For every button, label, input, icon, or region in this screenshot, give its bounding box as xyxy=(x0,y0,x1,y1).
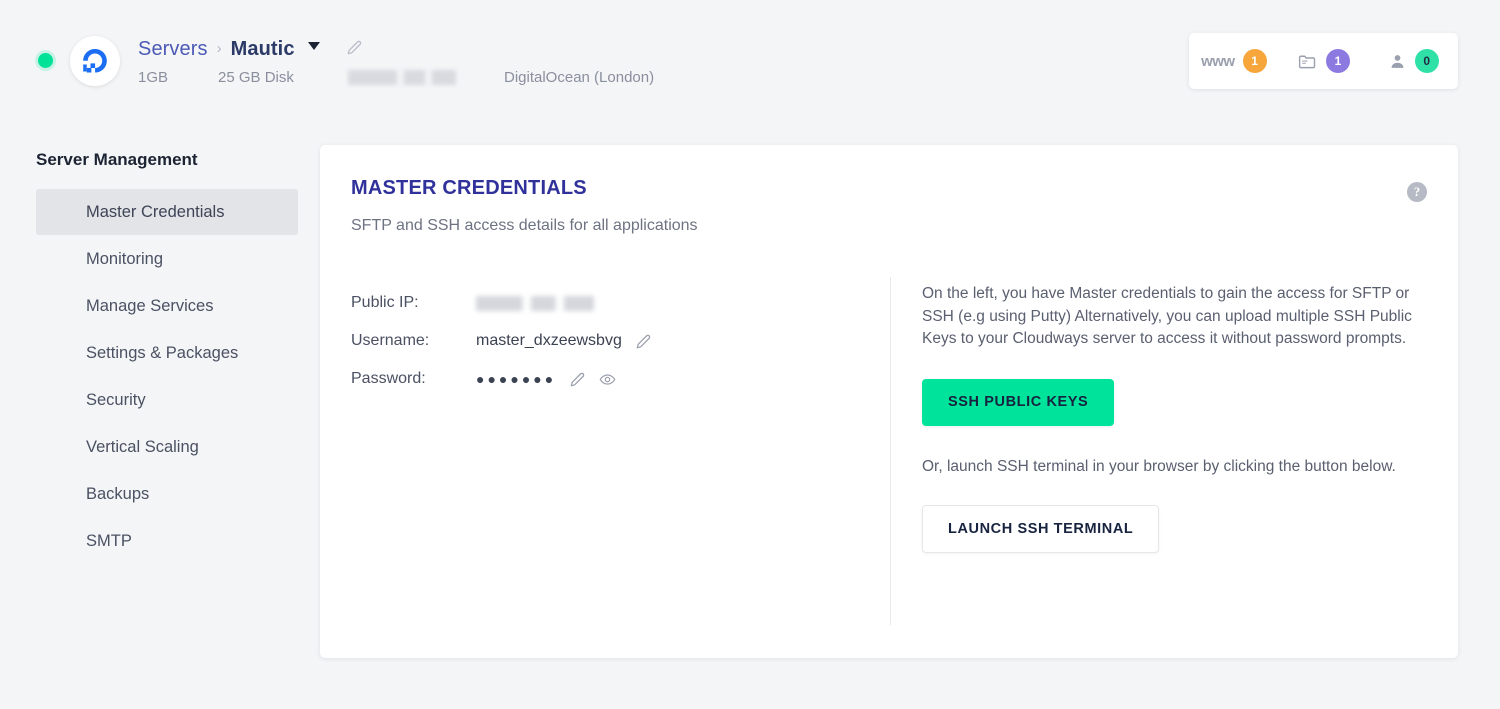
sidebar: Server Management Master Credentials Mon… xyxy=(0,150,300,565)
stat-team-members[interactable]: 0 xyxy=(1368,33,1458,89)
reveal-password-eye-icon[interactable] xyxy=(599,371,616,388)
server-provider: DigitalOcean (London) xyxy=(504,68,655,86)
pencil-icon[interactable] xyxy=(347,40,362,55)
sidebar-item-label: Backups xyxy=(86,484,150,503)
folder-icon xyxy=(1297,51,1318,72)
sidebar-item-label: Vertical Scaling xyxy=(86,437,199,456)
server-meta-row: 1GB 25 GB Disk DigitalOcean (London) xyxy=(138,66,654,88)
server-disk: 25 GB Disk xyxy=(218,68,294,86)
projects-count-badge: 1 xyxy=(1326,49,1350,73)
sidebar-item-smtp[interactable]: SMTP xyxy=(36,518,297,564)
help-icon[interactable]: ? xyxy=(1407,182,1427,202)
breadcrumb-current-server: Mautic xyxy=(230,37,295,60)
password-label: Password: xyxy=(351,370,426,387)
team-members-count-badge: 0 xyxy=(1414,49,1439,73)
username-value: master_dxzeewsbvg xyxy=(476,332,622,349)
username-label: Username: xyxy=(351,332,430,349)
sidebar-item-label: Security xyxy=(86,390,146,409)
sidebar-item-settings-packages[interactable]: Settings & Packages xyxy=(36,330,297,376)
sidebar-item-label: Manage Services xyxy=(86,296,214,315)
breadcrumb: Servers › Mautic xyxy=(138,36,362,62)
stat-projects[interactable]: 1 xyxy=(1279,33,1369,89)
sidebar-item-monitoring[interactable]: Monitoring xyxy=(36,236,297,282)
page-subtitle: SFTP and SSH access details for all appl… xyxy=(351,217,698,234)
top-bar: Servers › Mautic 1GB 25 GB Disk DigitalO… xyxy=(0,0,1500,122)
sidebar-item-label: Settings & Packages xyxy=(86,343,239,362)
public-ip-redacted xyxy=(476,295,594,311)
master-credentials-card: MASTER CREDENTIALS SFTP and SSH access d… xyxy=(320,145,1458,658)
credential-row-password: Password: ●●●●●●● xyxy=(351,360,871,398)
server-ip-redacted xyxy=(348,69,456,85)
sidebar-item-label: Master Credentials xyxy=(86,202,225,221)
stat-applications[interactable]: www 1 xyxy=(1189,33,1279,89)
credentials-list: Public IP: Username: master_dxzeewsbvg P… xyxy=(351,284,871,398)
edit-password-pencil-icon[interactable] xyxy=(570,372,585,387)
sidebar-item-manage-services[interactable]: Manage Services xyxy=(36,283,297,329)
sidebar-item-master-credentials[interactable]: Master Credentials xyxy=(36,189,298,235)
server-stats-card: www 1 1 0 xyxy=(1189,33,1458,89)
server-status-dot xyxy=(38,53,53,68)
credential-row-public-ip: Public IP: xyxy=(351,284,871,322)
sidebar-item-vertical-scaling[interactable]: Vertical Scaling xyxy=(36,424,297,470)
edit-username-pencil-icon[interactable] xyxy=(636,334,651,349)
public-ip-label: Public IP: xyxy=(351,294,419,311)
panel-divider xyxy=(890,277,891,625)
server-ram: 1GB xyxy=(138,68,169,86)
public-ip-value xyxy=(476,295,594,311)
ssh-public-keys-button[interactable]: SSH PUBLIC KEYS xyxy=(922,378,1115,426)
username-value-wrap: master_dxzeewsbvg xyxy=(476,332,651,350)
applications-count-badge: 1 xyxy=(1242,49,1267,73)
user-icon xyxy=(1388,52,1407,71)
info-panel: On the left, you have Master credentials… xyxy=(922,283,1422,553)
info-paragraph-1: On the left, you have Master credentials… xyxy=(922,285,1412,347)
www-icon: www xyxy=(1201,52,1235,70)
breadcrumb-servers-link[interactable]: Servers xyxy=(138,38,208,61)
info-paragraph-2: Or, launch SSH terminal in your browser … xyxy=(922,457,1396,475)
password-value: ●●●●●●● xyxy=(476,371,557,387)
breadcrumb-separator-icon: › xyxy=(216,39,222,57)
sidebar-title: Server Management xyxy=(36,150,198,169)
sidebar-item-label: Monitoring xyxy=(86,249,164,268)
page-root: Servers › Mautic 1GB 25 GB Disk DigitalO… xyxy=(0,0,1500,709)
credential-row-username: Username: master_dxzeewsbvg xyxy=(351,322,871,360)
sidebar-item-security[interactable]: Security xyxy=(36,377,297,423)
digitalocean-logo-icon xyxy=(70,36,120,86)
page-title: MASTER CREDENTIALS xyxy=(351,177,587,199)
chevron-down-icon[interactable] xyxy=(307,42,320,50)
sidebar-item-backups[interactable]: Backups xyxy=(36,471,297,517)
launch-ssh-terminal-button[interactable]: LAUNCH SSH TERMINAL xyxy=(922,505,1160,553)
sidebar-item-label: SMTP xyxy=(86,531,132,550)
password-value-wrap: ●●●●●●● xyxy=(476,371,616,388)
